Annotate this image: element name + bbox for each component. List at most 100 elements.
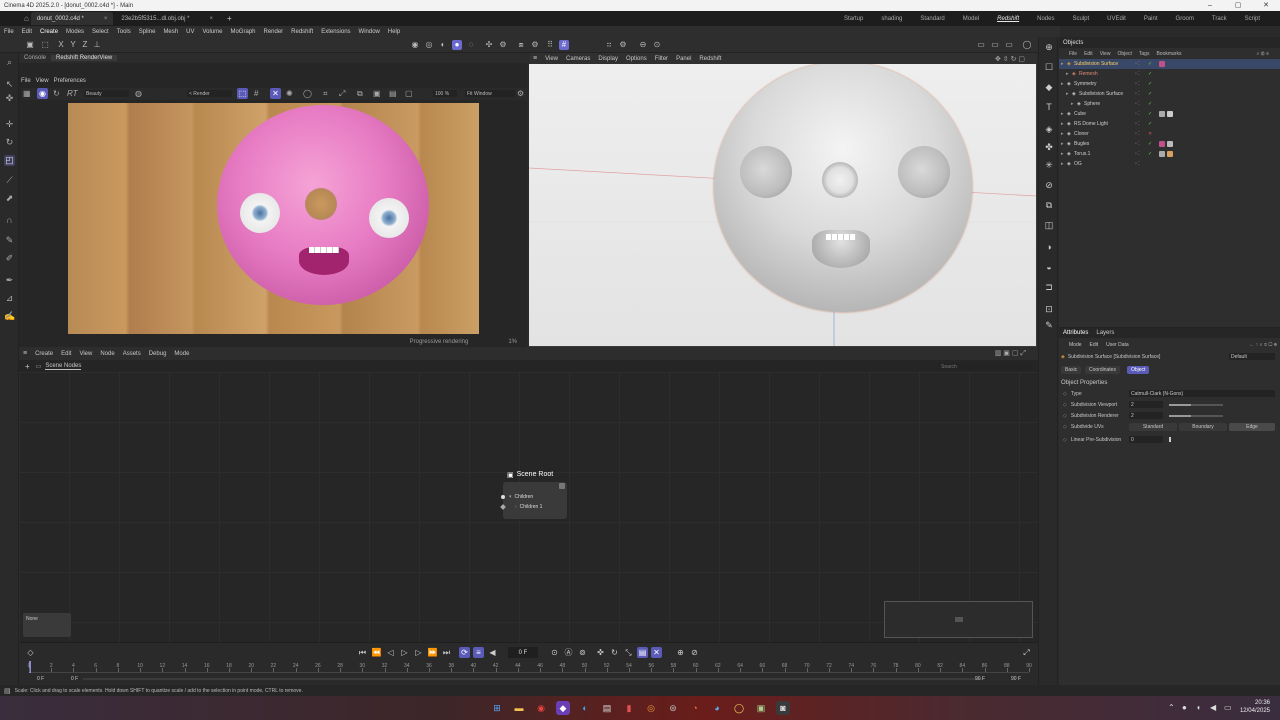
ipr-icon[interactable]: ● [452, 40, 462, 50]
expand-icon[interactable]: ▸ [1061, 111, 1064, 117]
cinema4d-icon[interactable]: ◙ [776, 701, 790, 715]
object-row[interactable]: ▸ ◈ Cloner ▫ ⁚ ✕ [1059, 129, 1280, 139]
prev-frame-icon[interactable]: ◁ [385, 647, 396, 658]
node-menu-debug[interactable]: Debug [149, 351, 167, 357]
node-menu-view[interactable]: View [79, 351, 92, 357]
pen-obj-icon[interactable]: ✎ [1043, 319, 1055, 331]
layout-startup[interactable]: Startup [844, 16, 863, 22]
prev-key-icon[interactable]: ⏪ [371, 647, 382, 658]
settings-gear-icon[interactable]: ⚙ [517, 89, 524, 98]
play-icon[interactable]: ▷ [399, 647, 410, 658]
node-menu-node[interactable]: Node [100, 351, 114, 357]
timeline-ruler[interactable]: 0 2 4 6 8 10 12 14 16 18 20 22 24 26 28 30 32 34 36 38 40 42 4… [28, 661, 1032, 673]
light-icon[interactable]: ◫ [1043, 219, 1055, 231]
app-purple-icon[interactable]: ◆ [556, 701, 570, 715]
viewport-nav-icons[interactable]: ✥ ⇳ ↻ ▢ [995, 55, 1025, 63]
port-dot[interactable] [501, 494, 505, 499]
layout-track[interactable]: Track [1212, 16, 1227, 22]
layout-icon[interactable]: ▭ [976, 40, 986, 50]
object-row[interactable]: ▸ ◈ RS Dome Light ▫ ⁚ ✓ [1059, 119, 1280, 129]
menu-file[interactable]: File [4, 29, 14, 35]
menu-modes[interactable]: Modes [66, 29, 84, 35]
crop-icon[interactable]: ⌗ [323, 89, 328, 99]
range-end[interactable]: 90 F [975, 676, 985, 682]
material-tag-icon[interactable] [1167, 151, 1173, 157]
app-yellow-icon[interactable]: ◯ [732, 701, 746, 715]
frame-icon[interactable]: ▦ [23, 89, 31, 98]
rt-icon[interactable]: RT [67, 89, 78, 98]
visibility-flags[interactable]: ▫ ⁚ [1135, 91, 1140, 97]
add-node-icon[interactable]: + [25, 362, 30, 371]
lock-icon[interactable]: ▢ [405, 89, 413, 98]
object-name[interactable]: Cloner [1074, 131, 1089, 137]
port-diamond[interactable] [500, 503, 506, 510]
close-tab-icon[interactable]: × [209, 16, 213, 22]
vp-menu-display[interactable]: Display [598, 56, 618, 62]
rv-menu-preferences[interactable]: Preferences [54, 78, 86, 84]
enabled-check-icon[interactable]: ✓ [1148, 81, 1152, 87]
fullscreen-icon[interactable]: ⤢ [339, 89, 345, 99]
layout-redshift[interactable]: Redshift [997, 16, 1019, 22]
visibility-flags[interactable]: ▫ ⁚ [1135, 61, 1140, 67]
grey-donut-model[interactable] [714, 64, 972, 312]
app-red-icon[interactable]: ▮ [622, 701, 636, 715]
extrude-icon[interactable]: ⬈ [4, 193, 15, 204]
om-menu-file[interactable]: File [1069, 51, 1077, 57]
node-minimap[interactable] [884, 601, 1033, 638]
visibility-flags[interactable]: ▫ ⁚ [1135, 81, 1140, 87]
menu-spline[interactable]: Spline [139, 29, 156, 35]
object-row[interactable]: ▸ ◈ Cube ▫ ⁚ ✓ [1059, 109, 1280, 119]
app-green-icon[interactable]: ▣ [754, 701, 768, 715]
scale-icon[interactable]: ◰ [4, 155, 15, 166]
menu-render[interactable]: Render [263, 29, 283, 35]
scene-icon[interactable]: ◑ [1043, 241, 1055, 253]
object-name[interactable]: Sphere [1084, 101, 1100, 107]
scene-root-node[interactable]: ▣ Scene Root ▾ Children › Children 1 [500, 468, 567, 519]
axis-y-lock[interactable]: Y [68, 40, 78, 50]
subdiv-renderer-field[interactable]: 2 [1129, 412, 1163, 419]
vp-menu-view[interactable]: View [545, 56, 558, 62]
menu-mesh[interactable]: Mesh [163, 29, 178, 35]
rv-menu-file[interactable]: File [21, 78, 31, 84]
object-row[interactable]: ▸ ◈ Bugles ▫ ⁚ ✓ [1059, 139, 1280, 149]
node-menu-edit[interactable]: Edit [61, 351, 71, 357]
layout-standard[interactable]: Standard [920, 16, 944, 22]
am-nav-icons[interactable]: ← ↑ ⌕ ⊙ ▢ ⊕ [1249, 342, 1277, 348]
tab-attributes[interactable]: Attributes [1059, 330, 1092, 336]
select-icon[interactable]: ⬚ [40, 40, 50, 50]
subtab-basic[interactable]: Basic [1061, 366, 1082, 374]
current-frame-field[interactable]: 0 F [508, 647, 538, 658]
live-selection-icon[interactable]: ↖ [4, 79, 15, 90]
om-menu-edit[interactable]: Edit [1084, 51, 1093, 57]
layout-3-icon[interactable]: ▭ [1004, 40, 1014, 50]
move-cross-icon[interactable]: ✜ [4, 93, 15, 104]
compare-icon[interactable]: ⧉ [357, 89, 363, 99]
enabled-check-icon[interactable]: ✓ [1148, 141, 1152, 147]
volume-icon[interactable]: ◀ [1210, 703, 1216, 712]
app-blue-icon[interactable]: ◐ [578, 701, 592, 715]
camera-icon[interactable]: ⊙ [652, 40, 662, 50]
snapshot-icon[interactable]: ✕ [270, 88, 281, 99]
object-name[interactable]: Subdivision Surface [1079, 91, 1123, 97]
port-children-1[interactable]: › Children 1 [500, 502, 567, 511]
object-row[interactable]: ▸ ◈ Torus.1 ▫ ⁚ ✓ [1059, 149, 1280, 159]
grid-icon[interactable]: # [254, 89, 258, 98]
fps-icon[interactable]: ≡ [473, 647, 484, 658]
visibility-flags[interactable]: ▫ ⁚ [1135, 151, 1140, 157]
knife-icon[interactable]: ⟋ [4, 175, 15, 186]
windows-start-icon[interactable]: ⊞ [490, 701, 504, 715]
anim-dot-icon[interactable]: ◇ [1063, 413, 1067, 419]
histogram-icon[interactable]: ▤ [389, 89, 397, 98]
sound-icon[interactable]: ◀ [487, 647, 498, 658]
grid-mode-icon[interactable]: # [559, 40, 569, 50]
goto-start-icon[interactable]: ⏮ [357, 647, 368, 658]
gear-icon[interactable]: ⚙ [530, 40, 540, 50]
anim-dot-icon[interactable]: ◇ [1063, 437, 1067, 443]
magnet-icon[interactable]: ∩ [4, 215, 15, 226]
vertex-icon[interactable]: ⠶ [604, 40, 614, 50]
linear-presubdiv-field[interactable]: 0 [1129, 436, 1163, 443]
options-icon[interactable]: ⚙ [618, 40, 628, 50]
cursor-icon[interactable]: ⊕ [1043, 41, 1055, 53]
object-row[interactable]: ▸ ◈ OG ▫ ⁚ [1059, 159, 1280, 169]
cube-icon[interactable]: ◆ [1043, 81, 1055, 93]
